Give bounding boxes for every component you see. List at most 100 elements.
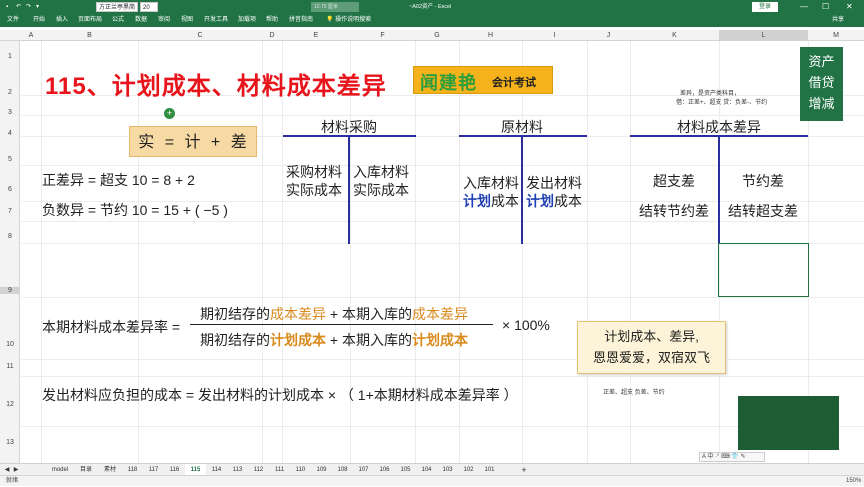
title-bar: ▪ ↶ ↷ ▾ 方正兰亭黑简 20 12.75 厘米 ~A02资产 - Exce… <box>0 0 864 14</box>
menu-formulas[interactable]: 公式 <box>112 14 124 27</box>
undo-icon[interactable]: ↶ <box>14 2 23 12</box>
redo-icon[interactable]: ↷ <box>24 2 33 12</box>
t3-right-2: 结转超支差 <box>728 203 798 219</box>
share-button[interactable]: 共享 <box>832 14 844 27</box>
save-icon[interactable]: ▪ <box>4 2 10 12</box>
customize-icon[interactable]: ▾ <box>34 2 41 12</box>
row-header[interactable]: 13 <box>0 439 20 446</box>
tell-me-label: 操作说明搜索 <box>335 17 372 23</box>
col-header[interactable]: A <box>21 30 41 41</box>
menu-help[interactable]: 帮助 <box>266 14 278 27</box>
font-size-box[interactable]: 20 <box>140 2 158 12</box>
plan-highlight: 计划 <box>463 193 491 209</box>
rate-denominator: 期初结存的计划成本 + 本期入库的计划成本 <box>200 330 468 350</box>
col-header[interactable]: J <box>587 30 630 41</box>
denominator-highlight: 计划成本 <box>270 332 326 348</box>
col-header[interactable]: M <box>808 30 864 41</box>
row-header[interactable]: 7 <box>0 208 20 215</box>
menu-page-layout[interactable]: 页面布局 <box>78 14 102 27</box>
t2-left-2: 计划成本 <box>463 191 519 211</box>
plan-highlight: 计划 <box>526 193 554 209</box>
formula-box: 实 = 计 + 差 <box>129 126 257 157</box>
gridline <box>21 221 864 222</box>
row-header[interactable]: 1 <box>0 53 20 60</box>
ime-toolbar[interactable]: A 中 ·° ⌨ 👕 ✎ <box>699 452 765 462</box>
denominator-part: 期初结存的 <box>200 332 270 348</box>
brand-logo: 闻建艳 会计考试 <box>413 66 553 94</box>
menu-insert[interactable]: 插入 <box>56 14 68 27</box>
menu-review[interactable]: 审阅 <box>158 14 170 27</box>
menu-addins[interactable]: 加载项 <box>238 14 256 27</box>
menu-data[interactable]: 数据 <box>135 14 147 27</box>
col-header[interactable]: E <box>282 30 350 41</box>
t2-right-1: 发出材料 <box>526 175 582 191</box>
col-header[interactable]: I <box>522 30 587 41</box>
tell-me-search[interactable]: 💡 操作说明搜索 <box>326 14 371 27</box>
gridline <box>21 376 864 377</box>
row-header[interactable]: 10 <box>0 341 20 348</box>
gridline <box>21 165 864 166</box>
t-account-top-line <box>459 135 587 137</box>
close-icon[interactable]: ✕ <box>846 1 853 13</box>
column-headers: A B C D E F G H I J K L M <box>0 30 864 41</box>
green-shape <box>738 396 839 450</box>
col-header[interactable]: D <box>262 30 282 41</box>
t-account-mid-line <box>718 135 720 244</box>
col-header-selected[interactable]: L <box>719 30 808 41</box>
status-bar: 就绪 150% <box>0 475 864 486</box>
rate-label: 本期材料成本差异率 = <box>42 319 181 335</box>
col-header[interactable]: K <box>630 30 719 41</box>
t3-left-1: 超支差 <box>653 173 695 189</box>
t2-right-2: 计划成本 <box>526 191 582 211</box>
menu-pinyin[interactable]: 拼音指南 <box>289 14 313 27</box>
t-account-mid-line <box>521 135 523 244</box>
col-header[interactable]: B <box>41 30 138 41</box>
selected-cell[interactable] <box>718 243 809 297</box>
document-title: ~A02资产 - Excel <box>409 4 452 10</box>
row-header[interactable]: 4 <box>0 130 20 137</box>
menu-home[interactable]: 开始 <box>33 14 45 27</box>
col-header[interactable]: G <box>415 30 459 41</box>
font-name-box[interactable]: 方正兰亭黑简 <box>96 2 138 12</box>
numerator-highlight: 成本差异 <box>270 306 326 322</box>
ribbon-tabs: 文件 开始 插入 页面布局 公式 数据 审阅 视图 开发工具 加载项 帮助 拼音… <box>0 14 864 27</box>
asset-rule-box: 资产 借贷 增减 <box>800 47 843 121</box>
row-headers: 1 2 3 4 5 6 7 8 9 10 11 12 13 <box>0 41 20 463</box>
col-header[interactable]: F <box>350 30 415 41</box>
t1-right-2: 实际成本 <box>353 182 409 198</box>
maximize-icon[interactable]: ☐ <box>822 1 829 13</box>
row-header[interactable]: 12 <box>0 401 20 408</box>
fraction-line <box>190 324 493 325</box>
dimension-box[interactable]: 12.75 厘米 <box>311 2 359 12</box>
row-header[interactable]: 2 <box>0 89 20 96</box>
asset-rule-line: 增减 <box>808 96 835 111</box>
menu-developer[interactable]: 开发工具 <box>204 14 228 27</box>
col-header[interactable]: C <box>138 30 262 41</box>
gridline <box>630 41 631 463</box>
add-plus-icon[interactable]: + <box>164 108 175 119</box>
row-header[interactable]: 8 <box>0 233 20 240</box>
row-header[interactable]: 6 <box>0 186 20 193</box>
sheet-tab-bar: ◀ ▶ model 目录 素材 118 117 116 115 114 113 … <box>0 463 864 478</box>
t1-left-2: 实际成本 <box>286 182 342 198</box>
row-header[interactable]: 11 <box>0 363 20 370</box>
row-header-selected[interactable]: 9 <box>0 287 20 294</box>
t3-right-1: 节约差 <box>742 173 784 189</box>
numerator-part: 期初结存的 <box>200 306 270 322</box>
row-header[interactable]: 3 <box>0 109 20 116</box>
t1-left-1: 采购材料 <box>286 164 342 180</box>
col-header[interactable]: H <box>459 30 522 41</box>
row-header[interactable]: 5 <box>0 156 20 163</box>
menu-view[interactable]: 视图 <box>181 14 193 27</box>
asset-rule-line: 资产 <box>808 54 835 69</box>
signin-button[interactable]: 登录 <box>752 2 778 12</box>
t-account-title: 原材料 <box>501 119 543 135</box>
menu-file[interactable]: 文件 <box>7 14 19 27</box>
zoom-level[interactable]: 150% <box>846 476 861 487</box>
minimize-icon[interactable]: — <box>800 1 808 13</box>
denominator-part: + 本期入库的 <box>326 332 412 348</box>
gridline <box>522 41 523 463</box>
percent-text: × 100% <box>502 317 550 333</box>
positive-diff-text: 正差异 = 超支 10 = 8 + 2 <box>42 172 195 188</box>
logo-subtext: 会计考试 <box>492 77 536 89</box>
